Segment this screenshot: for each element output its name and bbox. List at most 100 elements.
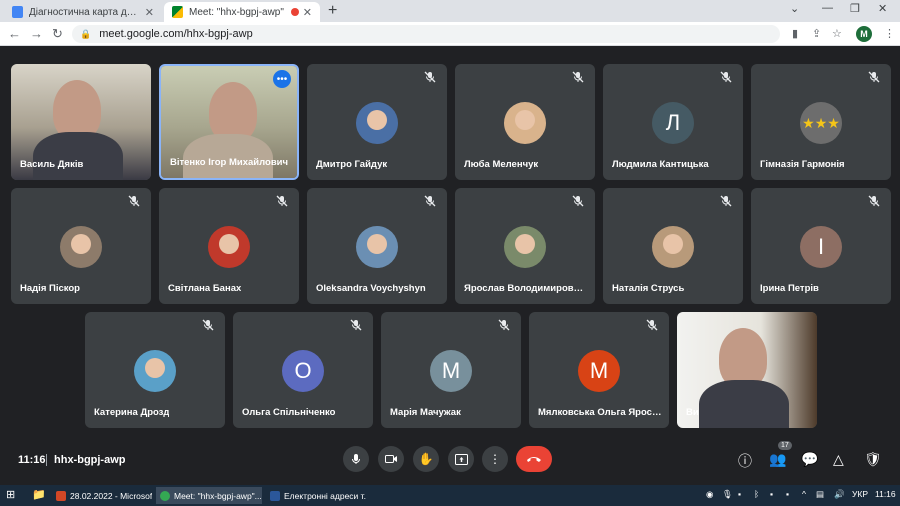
muted-mic-icon — [497, 318, 513, 334]
network-icon[interactable]: ▤ — [816, 489, 824, 500]
file-explorer-icon[interactable]: 📁 — [32, 488, 46, 501]
windows-taskbar: ⊞ 📁 28.02.2022 - Microsof... Meet: "hhx-… — [0, 485, 900, 506]
participant-name: Людмила Кантицька — [612, 159, 709, 170]
avatar-photo — [504, 226, 546, 268]
activities-icon[interactable]: △ — [833, 451, 844, 468]
volume-icon[interactable]: 🔊 — [834, 489, 845, 500]
profile-avatar[interactable]: M — [856, 26, 872, 42]
taskbar-item-word[interactable]: Електронні адреси т... — [266, 487, 366, 504]
participant-tile[interactable]: Ви — [677, 312, 817, 428]
present-button[interactable] — [448, 446, 474, 472]
participant-tile[interactable]: Дмитро Гайдук — [307, 64, 447, 180]
video-camera-icon — [384, 455, 397, 463]
participant-tile[interactable]: ★★★ Гімназія Гармонія — [751, 64, 891, 180]
participant-name: Люба Меленчук — [464, 159, 539, 170]
present-screen-icon — [454, 453, 468, 465]
microphone-icon — [352, 454, 360, 464]
participant-name: Ольга Спільніченко — [242, 407, 336, 418]
camera-icon[interactable]: ▮ — [792, 27, 798, 40]
more-options-button[interactable]: ⋮ — [482, 446, 508, 472]
show-hidden-icon[interactable]: ^ — [802, 489, 806, 499]
url-text: meet.google.com/hhx-bgpj-awp — [99, 28, 253, 40]
meeting-clock: 11:16 — [18, 454, 46, 466]
people-icon[interactable]: 👥 — [769, 451, 786, 468]
taskbar-label: Електронні адреси т... — [284, 490, 366, 501]
tab-meet[interactable]: Meet: "hhx-bgpj-awp" ✕ — [164, 2, 320, 22]
people-count-badge: 17 — [778, 441, 792, 450]
new-tab-button[interactable]: + — [328, 2, 337, 20]
bookmark-star-icon[interactable]: ☆ — [832, 27, 842, 40]
tray-app-icon[interactable]: ▪ — [738, 489, 741, 499]
forward-arrow-icon[interactable]: → — [30, 26, 43, 41]
muted-mic-icon — [349, 318, 365, 334]
avatar-logo: ★★★ — [800, 102, 842, 144]
taskbar-clock[interactable]: 11:16 — [875, 489, 896, 499]
participant-name: Світлана Банах — [168, 283, 242, 294]
close-tab-icon[interactable]: ✕ — [145, 6, 154, 19]
viber-icon[interactable]: ◉ — [706, 489, 713, 500]
meeting-details-icon[interactable]: ⓘ — [738, 451, 752, 471]
tab-diagnostic-card[interactable]: Діагностична карта для педагогі ✕ — [4, 2, 162, 22]
windows-start-icon[interactable]: ⊞ — [6, 488, 15, 501]
person-body — [33, 132, 123, 180]
person-silhouette — [209, 82, 257, 142]
meeting-code: hhx-bgpj-awp — [54, 454, 126, 466]
participant-tile[interactable]: О Ольга Спільніченко — [233, 312, 373, 428]
participant-tile[interactable]: І Ірина Петрів — [751, 188, 891, 304]
participant-tile[interactable]: Василь Дяків — [11, 64, 151, 180]
participant-tile[interactable]: Катерина Дрозд — [85, 312, 225, 428]
tray-app-icon[interactable]: ▪ — [786, 489, 789, 499]
leave-call-button[interactable] — [516, 446, 552, 472]
maximize-button[interactable]: ❐ — [850, 2, 860, 15]
participant-tile[interactable]: ••• Вітенко Ігор Михайлович — [159, 64, 299, 180]
taskbar-item-chrome[interactable]: Meet: "hhx-bgpj-awp"... — [156, 487, 262, 504]
muted-mic-icon — [719, 70, 735, 86]
participant-tile[interactable]: Ярослав Володимирович … — [455, 188, 595, 304]
tab-search-icon[interactable]: ⌄ — [790, 2, 799, 15]
avatar-initial: Л — [652, 102, 694, 144]
participant-tile[interactable]: М Марія Мачужак — [381, 312, 521, 428]
chrome-icon — [160, 490, 170, 501]
muted-mic-icon — [127, 194, 143, 210]
participant-tile[interactable]: Світлана Банах — [159, 188, 299, 304]
tray-app-icon[interactable]: ▪ — [770, 489, 773, 499]
menu-kebab-icon[interactable]: ⋮ — [884, 27, 895, 40]
camera-button[interactable] — [378, 446, 404, 472]
close-window-button[interactable]: ✕ — [878, 2, 887, 15]
chat-icon[interactable]: 💬 — [801, 451, 818, 468]
participant-name: Вітенко Ігор Михайлович — [170, 157, 289, 168]
minimize-button[interactable]: — — [822, 2, 833, 14]
avatar-initial: М — [578, 350, 620, 392]
participant-tile[interactable]: М Мялковська Ольга Ярослі… — [529, 312, 669, 428]
muted-mic-icon — [423, 70, 439, 86]
taskbar-item-powerpoint[interactable]: 28.02.2022 - Microsof... — [52, 487, 152, 504]
muted-mic-icon — [275, 194, 291, 210]
avatar-photo — [134, 350, 176, 392]
muted-mic-icon — [645, 318, 661, 334]
bluetooth-icon[interactable]: ᛒ — [754, 489, 759, 499]
avatar-initial: І — [800, 226, 842, 268]
reload-icon[interactable]: ↻ — [52, 26, 63, 42]
share-icon[interactable]: ⇪ — [812, 27, 821, 40]
person-silhouette — [53, 80, 101, 140]
raise-hand-button[interactable]: ✋ — [413, 446, 439, 472]
word-icon — [270, 490, 280, 501]
browser-tab-strip: Діагностична карта для педагогі ✕ Meet: … — [0, 0, 900, 22]
recording-icon — [290, 8, 299, 16]
participant-tile[interactable]: Надія Піскор — [11, 188, 151, 304]
participant-tile[interactable]: Люба Меленчук — [455, 64, 595, 180]
speaking-indicator-icon[interactable]: ••• — [273, 70, 291, 88]
muted-mic-icon — [201, 318, 217, 334]
participant-name: Oleksandra Voychyshyn — [316, 283, 426, 294]
host-controls-icon[interactable]: 🛡 — [864, 451, 882, 468]
mic-tray-icon[interactable]: 🎙 — [722, 489, 733, 500]
keyboard-language[interactable]: УКР — [852, 489, 868, 499]
participant-tile[interactable]: Л Людмила Кантицька — [603, 64, 743, 180]
back-arrow-icon[interactable]: ← — [8, 26, 21, 41]
divider — [46, 454, 47, 466]
microphone-button[interactable] — [343, 446, 369, 472]
participant-tile[interactable]: Oleksandra Voychyshyn — [307, 188, 447, 304]
participant-tile[interactable]: Наталія Струсь — [603, 188, 743, 304]
url-input[interactable]: 🔒 meet.google.com/hhx-bgpj-awp — [72, 25, 780, 43]
close-tab-icon[interactable]: ✕ — [303, 6, 312, 19]
